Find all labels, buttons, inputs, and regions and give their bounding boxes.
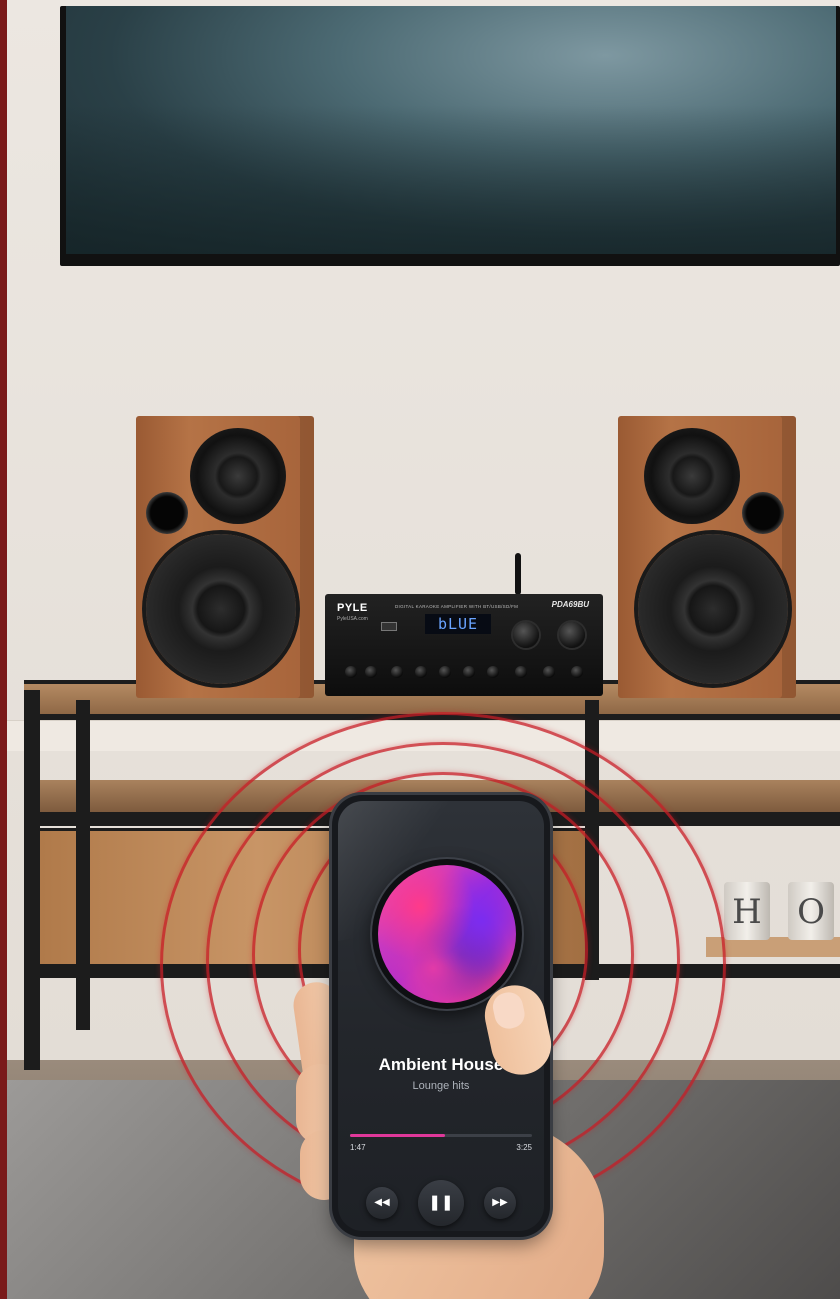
master-volume-knob xyxy=(559,622,585,648)
fast-forward-icon: ▶▶ xyxy=(492,1197,508,1208)
speaker-right xyxy=(618,416,796,698)
fast-forward-button[interactable]: ▶▶ xyxy=(484,1187,516,1219)
mic-jack-2 xyxy=(365,666,377,678)
amplifier-brand-url: PyleUSA.com xyxy=(337,616,368,622)
pause-icon: ❚❚ xyxy=(428,1194,454,1211)
amplifier-antenna xyxy=(515,553,521,595)
woofer-left xyxy=(146,534,296,684)
mic-echo-knob xyxy=(415,666,427,678)
echo-knob xyxy=(513,622,539,648)
mic-delay-knob xyxy=(439,666,451,678)
speaker-left xyxy=(136,416,314,698)
elapsed-time: 1:47 xyxy=(350,1143,366,1152)
power-button xyxy=(571,666,583,678)
decor-cup-h: H xyxy=(724,882,770,940)
track-subtitle: Lounge hits xyxy=(412,1080,470,1092)
amplifier-display: bLUE xyxy=(425,614,491,634)
left-edge-stripe xyxy=(0,0,7,1299)
album-art xyxy=(378,865,516,1003)
progress-fill xyxy=(350,1134,445,1137)
decor-cup-o: O xyxy=(788,882,834,940)
console-leg-left-back xyxy=(76,700,90,1030)
amplifier-model: PDA69BU xyxy=(551,600,589,609)
balance-knob xyxy=(515,666,527,678)
rewind-icon: ◀◀ xyxy=(374,1197,390,1208)
total-time: 3:25 xyxy=(516,1143,532,1152)
usb-port-icon xyxy=(381,622,397,631)
headphone-jack xyxy=(543,666,555,678)
mic-jack-1 xyxy=(345,666,357,678)
treble-knob xyxy=(487,666,499,678)
bass-port-left xyxy=(146,492,188,534)
pause-button[interactable]: ❚❚ xyxy=(418,1180,464,1226)
tweeter-right xyxy=(644,428,740,524)
living-room-scene: H O PYLE PyleUSA.com DIGITAL KARAOKE AMP… xyxy=(0,0,840,1299)
amplifier-brand: PYLE xyxy=(337,602,368,614)
album-art-frame xyxy=(372,859,522,1009)
woofer-right xyxy=(638,534,788,684)
rewind-button[interactable]: ◀◀ xyxy=(366,1187,398,1219)
bass-port-right xyxy=(742,492,784,534)
thumbnail-nail xyxy=(490,989,528,1032)
tweeter-left xyxy=(190,428,286,524)
amplifier-title: DIGITAL KARAOKE AMPLIFIER WITH BT/USB/SD… xyxy=(395,604,519,609)
tv-screen xyxy=(66,6,836,255)
television xyxy=(60,6,840,266)
bass-knob xyxy=(463,666,475,678)
mic-volume-knob xyxy=(391,666,403,678)
progress-bar[interactable] xyxy=(350,1134,532,1137)
console-leg-left xyxy=(24,690,40,1070)
amplifier: PYLE PyleUSA.com DIGITAL KARAOKE AMPLIFI… xyxy=(325,594,603,696)
